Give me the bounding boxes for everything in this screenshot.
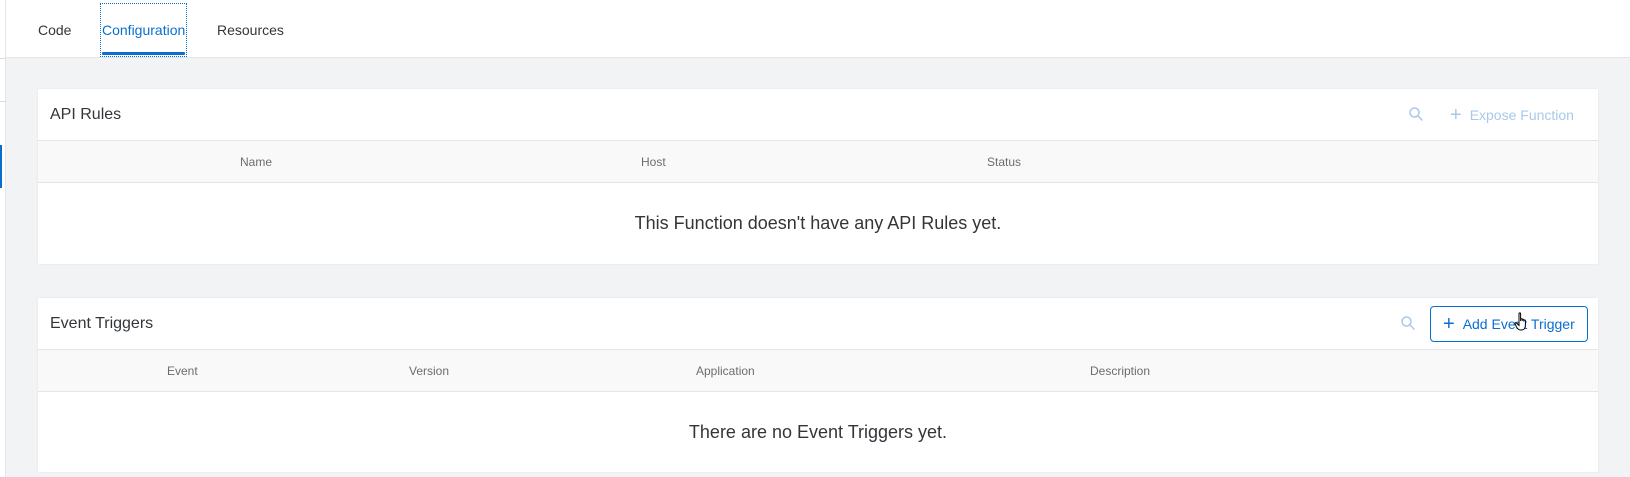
event-triggers-panel: Event Triggers + Add Event Trigger Event… — [38, 298, 1598, 472]
column-header-description: Description — [1090, 364, 1151, 378]
tab-bar: Code Configuration Resources — [6, 0, 1630, 58]
event-triggers-header: Event Triggers + Add Event Trigger — [38, 298, 1598, 350]
api-rules-header: API Rules + Expose Function — [38, 89, 1598, 141]
add-event-trigger-button[interactable]: + Add Event Trigger — [1430, 306, 1588, 342]
column-header-name: Name — [240, 155, 273, 169]
column-header-application: Application — [696, 364, 755, 378]
event-triggers-title: Event Triggers — [50, 315, 154, 332]
plus-icon: + — [1450, 104, 1462, 126]
api-rules-panel: API Rules + Expose Function Name Host St… — [38, 89, 1598, 264]
tab-code[interactable]: Code — [38, 0, 71, 58]
plus-icon: + — [1443, 313, 1455, 335]
search-icon[interactable] — [1408, 106, 1426, 124]
expose-function-label: Expose Function — [1469, 107, 1574, 123]
left-rail — [0, 0, 6, 477]
rail-divider — [0, 101, 6, 102]
rail-divider — [0, 58, 6, 59]
tab-resources[interactable]: Resources — [217, 0, 284, 58]
column-header-event: Event — [167, 364, 198, 378]
tab-configuration[interactable]: Configuration — [100, 3, 188, 57]
api-rules-empty-message: This Function doesn't have any API Rules… — [634, 213, 1002, 233]
rail-active-marker — [0, 145, 2, 188]
column-header-version: Version — [409, 364, 450, 378]
column-header-host: Host — [641, 155, 666, 169]
column-header-status: Status — [987, 155, 1022, 169]
expose-function-button[interactable]: + Expose Function — [1438, 97, 1586, 133]
api-rules-title: API Rules — [50, 106, 122, 123]
event-triggers-table-header: Event Version Application Description — [38, 350, 1598, 392]
event-triggers-empty-message: There are no Event Triggers yet. — [688, 421, 948, 442]
hand-cursor-icon — [1514, 312, 1530, 332]
api-rules-table-header: Name Host Status — [38, 141, 1598, 183]
search-icon[interactable] — [1400, 315, 1418, 333]
